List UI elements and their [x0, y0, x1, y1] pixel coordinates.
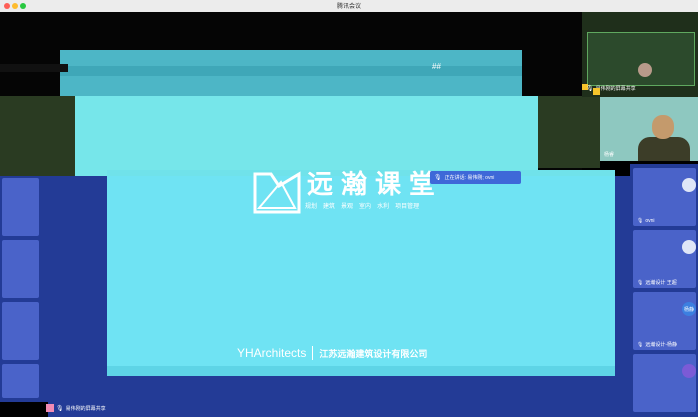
screen-share-icon — [46, 404, 54, 412]
share-label[interactable]: 🎙 易伟刚的屏幕共享 — [46, 404, 106, 412]
logo-icon — [253, 171, 301, 214]
slide-tags: 规划 建筑 景观 室内 水利 项目管理 — [305, 201, 419, 210]
participant-name: 🎙 ovni — [637, 218, 655, 224]
participant-tile[interactable]: 杨静 🎙 远瀚设计-杨静 — [633, 292, 696, 350]
participant-tile[interactable] — [633, 354, 696, 412]
mic-icon: 🎙 — [637, 341, 644, 348]
slide-tag: 水利 — [377, 204, 390, 210]
slide-tag: 建筑 — [323, 204, 336, 210]
bottom-share-bar — [48, 402, 630, 417]
participant-tile[interactable]: 🎙 ovni — [633, 168, 696, 226]
glitch-green-left — [0, 96, 75, 176]
mic-icon: 🎙 — [637, 218, 644, 224]
glitch-band-dark — [60, 66, 522, 76]
slide-tag: 景观 — [341, 204, 354, 210]
left-tile[interactable] — [2, 364, 39, 398]
glitch-strip — [0, 64, 68, 72]
speaking-indicator: 🎙 正在讲话: 易伟刚; ovni — [430, 171, 521, 184]
stray-text: ## — [432, 62, 441, 71]
slide-footer: YHArchitects 江苏远瀚建筑设计有限公司 — [237, 346, 427, 360]
mic-icon: 🎙 — [56, 405, 64, 412]
avatar — [682, 178, 696, 192]
mic-icon: 🎙 — [637, 279, 644, 286]
left-tile[interactable] — [2, 240, 39, 298]
participant-name: 🎙 远瀚设计-杨静 — [637, 341, 678, 349]
shared-slide: 远瀚课堂 规划 建筑 景观 室内 水利 项目管理 YHArchitects 江苏… — [107, 170, 615, 376]
participant-name: 🎙 远瀚设计 王超 — [637, 279, 677, 287]
camera-tile[interactable]: 杨睿 — [600, 97, 698, 161]
camera-person-body — [638, 137, 690, 161]
speaking-text: 正在讲话: 易伟刚; ovni — [444, 175, 495, 181]
window-title: 腾讯会议 — [336, 4, 361, 10]
avatar — [682, 364, 696, 378]
participant-tile[interactable]: 🎙 远瀚设计 王超 — [633, 230, 696, 288]
avatar — [682, 240, 696, 254]
footer-cn: 江苏远瀚建筑设计有限公司 — [319, 348, 428, 359]
screen-share-thumbnail[interactable]: 🎙 易伟刚的屏幕共享 — [582, 12, 698, 97]
participant-panel: 🎙 ovni 🎙 远瀚设计 王超 杨静 🎙 远瀚设计-杨静 — [630, 164, 698, 417]
thumbnail-name: 易伟刚的屏幕共享 — [595, 86, 636, 92]
footer-en: YHArchitects — [237, 346, 307, 360]
slide-brand: 远瀚课堂 — [307, 170, 444, 200]
thumbnail-face — [638, 63, 652, 77]
left-tile[interactable] — [2, 302, 39, 360]
mic-icon: 🎙 — [434, 175, 442, 181]
slide-tag: 规划 — [305, 204, 318, 210]
footer-divider — [312, 346, 314, 360]
camera-person-face — [652, 115, 674, 139]
left-participant-strip — [0, 176, 48, 402]
camera-label: 杨睿 — [604, 152, 615, 158]
share-indicator-icon — [593, 88, 600, 95]
avatar: 杨静 — [682, 302, 696, 316]
share-name: 易伟刚的屏幕共享 — [65, 405, 106, 412]
slide-tag: 项目管理 — [395, 204, 420, 210]
thumbnail-frame — [587, 32, 695, 86]
slide-bottom-band — [107, 366, 615, 376]
glitch-green-right — [538, 96, 600, 168]
slide-tag: 室内 — [359, 204, 372, 210]
left-tile[interactable] — [2, 178, 39, 236]
